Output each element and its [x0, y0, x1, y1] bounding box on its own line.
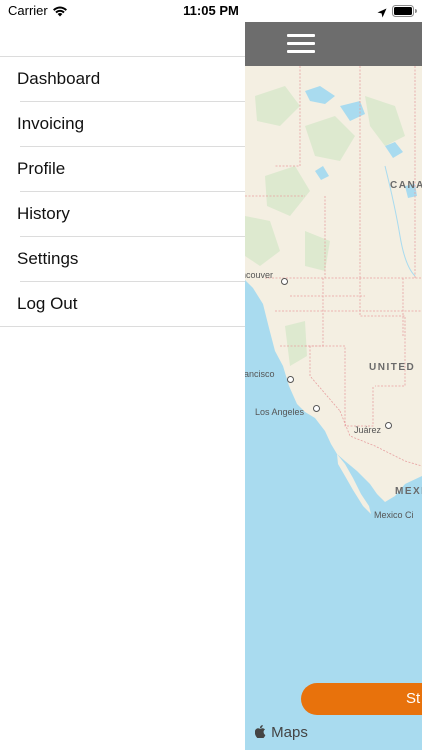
menu-item-log-out[interactable]: Log Out [0, 282, 245, 327]
menu-item-label: Dashboard [17, 69, 101, 88]
map-country-label: MEXI [395, 486, 422, 497]
menu-item-invoicing[interactable]: Invoicing [0, 102, 245, 147]
city-marker [287, 376, 294, 383]
menu-item-label: History [17, 204, 70, 223]
side-menu: Dashboard Invoicing Profile History Sett… [0, 22, 245, 750]
city-marker [313, 405, 320, 412]
map-country-label: CANA [390, 180, 422, 191]
map-city-label: Mexico Ci [374, 510, 414, 520]
menu-item-label: Log Out [17, 294, 78, 313]
start-button[interactable]: St [301, 683, 422, 715]
hamburger-menu-icon[interactable] [285, 30, 319, 58]
city-marker [281, 278, 288, 285]
map-country-label: UNITED [369, 362, 416, 373]
maps-attribution[interactable]: Maps [254, 724, 308, 742]
map-city-label: rancisco [245, 369, 275, 379]
map-city-label: Juárez [354, 425, 382, 435]
menu-item-label: Profile [17, 159, 66, 178]
row-separator [0, 326, 245, 327]
menu-item-history[interactable]: History [0, 192, 245, 237]
maps-attribution-label: Maps [271, 724, 308, 741]
menu-item-profile[interactable]: Profile [0, 147, 245, 192]
menu-item-label: Settings [17, 249, 79, 268]
map-city-label: Los Angeles [255, 407, 305, 417]
menu-item-settings[interactable]: Settings [0, 237, 245, 282]
clock: 11:05 PM [183, 3, 239, 18]
status-bar: Carrier 11:05 PM [0, 0, 422, 22]
start-button-label: St [406, 690, 421, 707]
apple-logo-icon [254, 725, 266, 742]
map-city-label: ncouver [245, 270, 274, 280]
menu-item-dashboard[interactable]: Dashboard [0, 57, 245, 102]
menu-item-label: Invoicing [17, 114, 85, 133]
nav-bar [245, 22, 422, 66]
location-arrow-icon [377, 5, 387, 23]
battery-icon [392, 4, 417, 22]
app-screen: Carrier 11:05 PM Dashboard Invoicing Pro… [0, 0, 422, 750]
menu-list: Dashboard Invoicing Profile History Sett… [0, 57, 245, 327]
city-marker [385, 422, 392, 429]
map-panel[interactable]: CANA UNITED MEXI ncouver rancisco Los An… [245, 22, 422, 750]
